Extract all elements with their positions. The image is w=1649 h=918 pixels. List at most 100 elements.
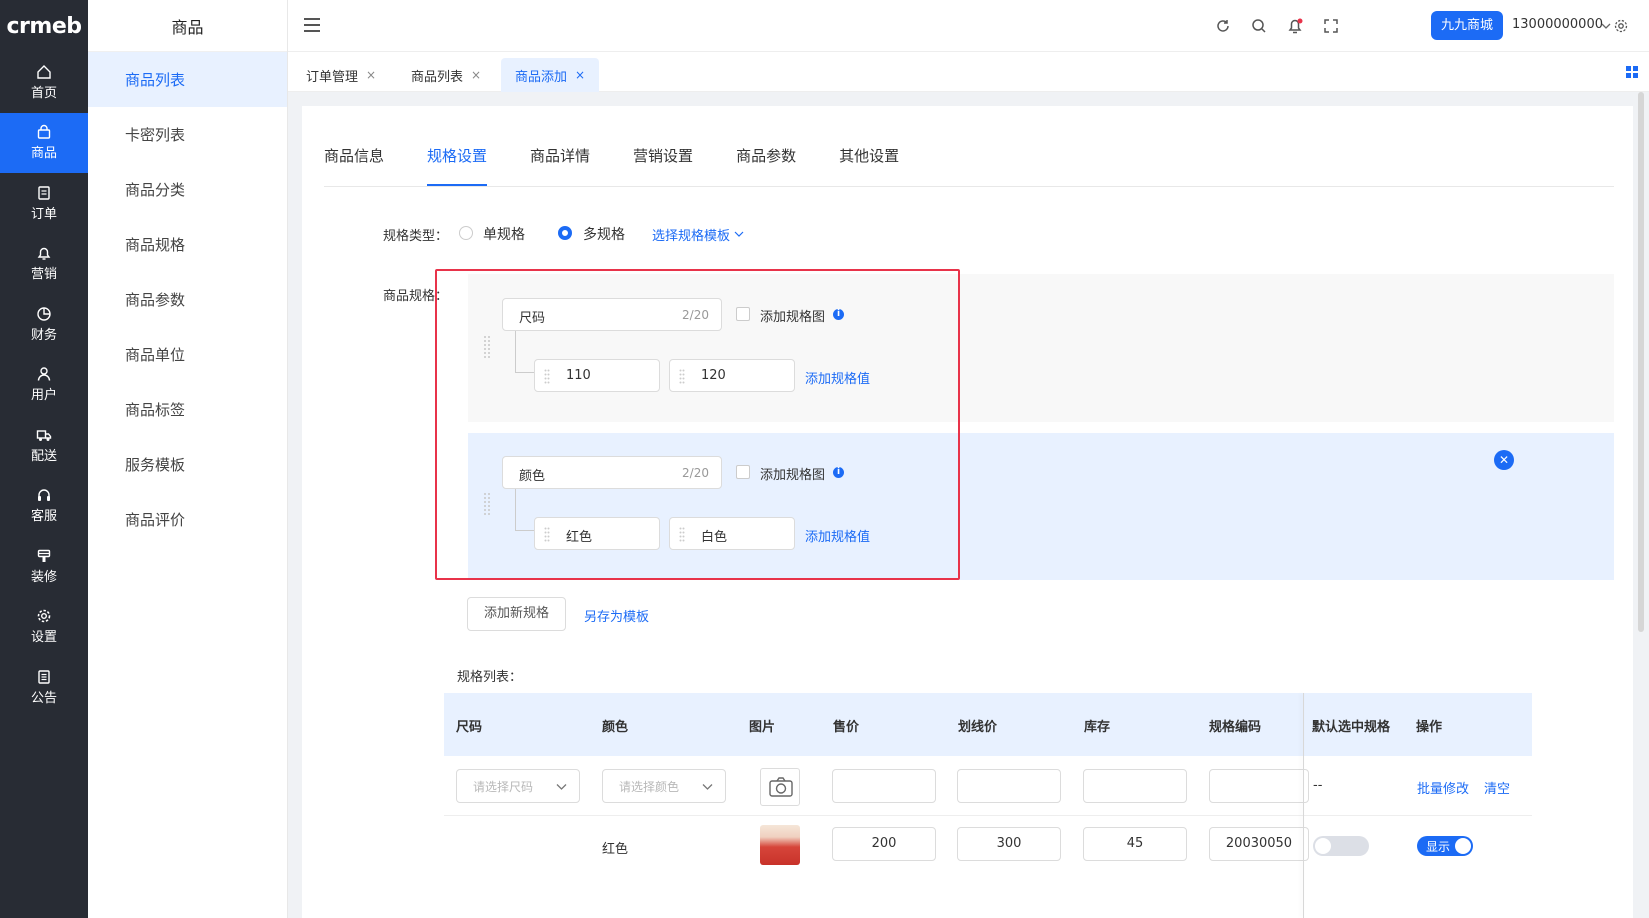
paint-icon bbox=[37, 549, 51, 562]
form-section-tab[interactable]: 商品信息 bbox=[324, 146, 384, 186]
rail-item-label: 首页 bbox=[30, 85, 57, 101]
table-row: 红色 200 300 45 20030050 显示 bbox=[444, 816, 1532, 876]
page-tab-bar: 订单管理 × 商品列表 × 商品添加 × bbox=[288, 52, 1649, 92]
price-input[interactable]: 200 bbox=[832, 827, 936, 861]
upload-image-button[interactable] bbox=[760, 768, 800, 806]
notification-bell-icon[interactable] bbox=[1286, 17, 1304, 35]
sub-sidebar-item[interactable]: 商品分类 bbox=[88, 162, 287, 217]
stock-input[interactable]: 45 bbox=[1083, 827, 1187, 861]
sub-sidebar-item[interactable]: 服务模板 bbox=[88, 437, 287, 492]
rail-item[interactable]: 商品 bbox=[0, 112, 88, 173]
column-header: 颜色 bbox=[602, 720, 629, 735]
price-batch-input[interactable] bbox=[832, 769, 936, 803]
gear-icon[interactable] bbox=[1614, 19, 1628, 33]
form-section-tabs: 商品信息 规格设置 商品详情 营销设置 商品参数 其他设置 bbox=[324, 146, 942, 186]
close-icon[interactable]: × bbox=[575, 68, 585, 82]
form-section-tab[interactable]: 营销设置 bbox=[633, 146, 693, 186]
rail-item[interactable]: 设置 bbox=[0, 597, 88, 658]
single-spec-radio[interactable] bbox=[459, 226, 473, 240]
chevron-down-icon[interactable] bbox=[734, 229, 744, 239]
batch-edit-link[interactable]: 批量修改 bbox=[1417, 778, 1469, 797]
form-section-tab[interactable]: 商品详情 bbox=[530, 146, 590, 186]
store-switch-button[interactable]: 九九商城 bbox=[1431, 11, 1504, 40]
add-new-spec-button[interactable]: 添加新规格 bbox=[467, 597, 567, 631]
show-status-toggle[interactable]: 显示 bbox=[1417, 836, 1473, 856]
grid-icon[interactable] bbox=[1626, 66, 1638, 78]
default-spec-toggle[interactable] bbox=[1313, 836, 1369, 856]
form-section-tab[interactable]: 其他设置 bbox=[839, 146, 899, 186]
color-cell: 红色 bbox=[602, 842, 629, 857]
highlight-box bbox=[435, 269, 960, 580]
single-spec-label[interactable]: 单规格 bbox=[483, 224, 525, 244]
rail-item[interactable]: 配送 bbox=[0, 415, 88, 476]
rail-item-label: 公告 bbox=[30, 690, 57, 706]
product-thumbnail[interactable] bbox=[760, 825, 800, 865]
toggle-knob bbox=[1455, 838, 1471, 854]
tab-order-management[interactable]: 订单管理 × bbox=[292, 58, 390, 92]
rail-item[interactable]: 营销 bbox=[0, 234, 88, 295]
user-account[interactable]: 13000000000 bbox=[1512, 17, 1603, 32]
tab-product-add[interactable]: 商品添加 × bbox=[501, 58, 600, 92]
rail-item[interactable]: 首页 bbox=[0, 52, 88, 113]
form-section-tab[interactable]: 规格设置 bbox=[427, 146, 488, 186]
remove-spec-close-icon[interactable]: ✕ bbox=[1494, 450, 1514, 470]
rail-item-label: 订单 bbox=[30, 206, 57, 222]
size-select[interactable]: 请选择尺码 bbox=[456, 769, 580, 803]
batch-edit-row: 请选择尺码 请选择颜色 -- 批量修改 清空 bbox=[444, 756, 1532, 816]
tab-label: 商品添加 bbox=[515, 69, 568, 85]
code-batch-input[interactable] bbox=[1209, 769, 1309, 803]
sub-sidebar-item[interactable]: 商品单位 bbox=[88, 327, 287, 382]
rail-item[interactable]: 公告 bbox=[0, 657, 88, 718]
tab-product-list[interactable]: 商品列表 × bbox=[397, 58, 495, 92]
list-price-input[interactable]: 300 bbox=[957, 827, 1061, 861]
refresh-icon[interactable] bbox=[1214, 17, 1232, 35]
rail-item[interactable]: 客服 bbox=[0, 476, 88, 537]
sub-sidebar-item[interactable]: 商品标签 bbox=[88, 382, 287, 437]
spec-code-input[interactable]: 20030050 bbox=[1209, 827, 1309, 861]
rail-item[interactable]: 装修 bbox=[0, 536, 88, 597]
multi-spec-radio[interactable] bbox=[558, 226, 572, 240]
rail-item-label: 客服 bbox=[30, 509, 57, 525]
clear-link[interactable]: 清空 bbox=[1484, 778, 1510, 797]
chevron-down-icon[interactable] bbox=[1600, 20, 1612, 32]
stock-batch-input[interactable] bbox=[1083, 769, 1187, 803]
document-icon bbox=[38, 186, 50, 200]
sub-sidebar-item[interactable]: 商品评价 bbox=[88, 492, 287, 547]
headset-icon bbox=[38, 489, 50, 502]
close-icon[interactable]: × bbox=[471, 68, 481, 82]
sub-sidebar-item[interactable]: 商品参数 bbox=[88, 272, 287, 327]
rail-item[interactable]: 订单 bbox=[0, 173, 88, 234]
sub-sidebar-item[interactable]: 商品规格 bbox=[88, 217, 287, 272]
page-scrollbar[interactable] bbox=[1638, 92, 1644, 632]
column-header: 尺码 bbox=[456, 720, 483, 735]
product-form-card: 商品信息 规格设置 商品详情 营销设置 商品参数 其他设置 规格类型： 单规格 多规格 选… bbox=[302, 106, 1633, 918]
sub-sidebar-item[interactable]: 卡密列表 bbox=[88, 107, 287, 162]
user-icon bbox=[37, 367, 51, 381]
notice-icon bbox=[38, 670, 50, 684]
fullscreen-icon[interactable] bbox=[1322, 17, 1340, 35]
rail-item-label: 财务 bbox=[30, 327, 57, 343]
sub-sidebar-item[interactable]: 商品列表 bbox=[88, 52, 287, 107]
rail-item[interactable]: 财务 bbox=[0, 294, 88, 355]
list-price-batch-input[interactable] bbox=[957, 769, 1061, 803]
main-nav-rail: crmeb 首页商品订单营销财务用户 配送客服装修 设置公告 bbox=[0, 0, 88, 918]
rail-item-label: 商品 bbox=[30, 146, 57, 162]
rail-item-label: 营销 bbox=[30, 267, 57, 283]
save-as-template-link[interactable]: 另存为模板 bbox=[584, 606, 649, 625]
column-header: 图片 bbox=[749, 720, 776, 735]
menu-toggle-icon[interactable] bbox=[304, 18, 320, 32]
close-icon[interactable]: × bbox=[366, 68, 376, 82]
search-icon[interactable] bbox=[1250, 17, 1268, 35]
rail-item[interactable]: 用户 bbox=[0, 355, 88, 416]
chevron-down-icon bbox=[556, 784, 567, 790]
bell-icon bbox=[37, 248, 51, 260]
multi-spec-label[interactable]: 多规格 bbox=[583, 224, 625, 244]
select-spec-template-link[interactable]: 选择规格模板 bbox=[652, 225, 730, 244]
select-placeholder: 请选择颜色 bbox=[619, 780, 680, 794]
spec-type-label: 规格类型： bbox=[383, 229, 449, 244]
tabs-divider bbox=[324, 186, 1614, 187]
color-select[interactable]: 请选择颜色 bbox=[602, 769, 726, 803]
logo: crmeb bbox=[6, 13, 82, 39]
form-section-tab[interactable]: 商品参数 bbox=[736, 146, 796, 186]
chevron-down-icon bbox=[702, 784, 713, 790]
